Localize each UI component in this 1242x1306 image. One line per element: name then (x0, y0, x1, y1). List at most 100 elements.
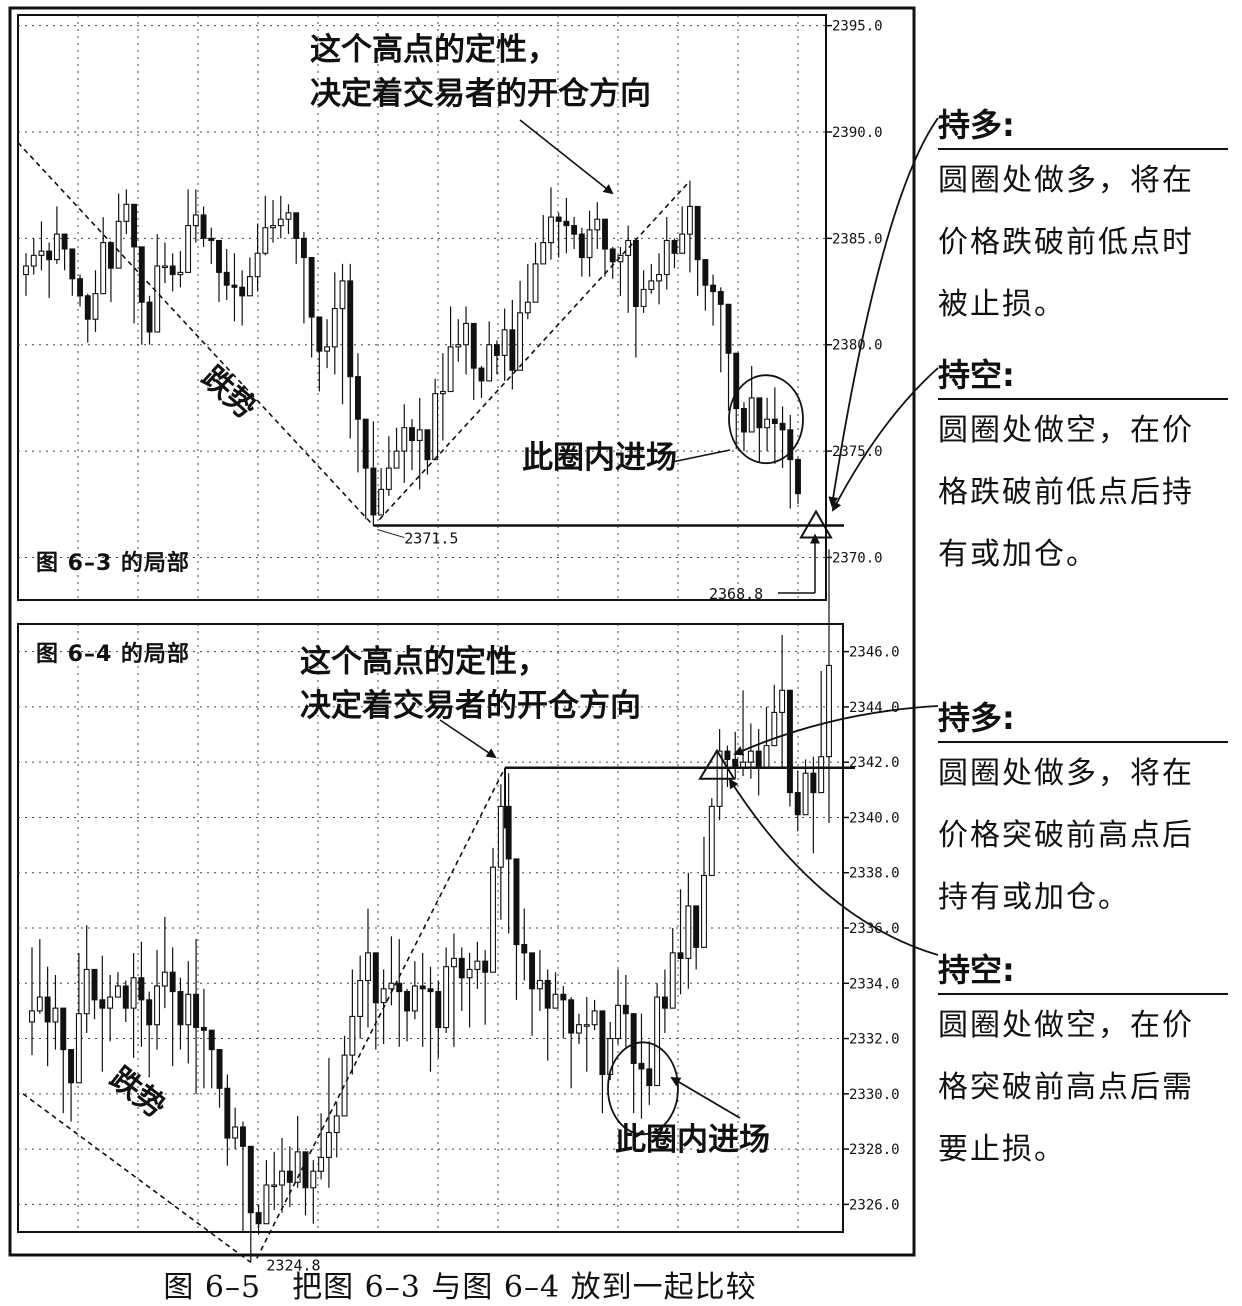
candle-up (455, 344, 462, 348)
candle-down (286, 1170, 293, 1183)
candle-up (177, 271, 184, 276)
candle-up (324, 346, 331, 352)
y-tick-label: 2342.0 (849, 755, 900, 771)
candle-up (656, 273, 662, 282)
candle-up (365, 952, 371, 982)
candle-up (615, 1004, 622, 1040)
candle-up (818, 756, 825, 794)
candle-up (802, 772, 809, 816)
candle-down (771, 418, 778, 424)
figure-caption: 图 6–5 把图 6–3 与图 6–4 放到一起比较 (163, 1270, 757, 1305)
candle-up (575, 1024, 582, 1034)
panel-label-bottom: 图 6–4 的局部 (36, 642, 190, 667)
candle-down (756, 397, 763, 429)
sidebar-text: 持有或加仓。 (938, 880, 1130, 915)
candle-up (388, 982, 395, 990)
annotation-high-top: 这个高点的定性， 决定着交易者的开仓方向 (310, 28, 651, 116)
candle-down (795, 459, 801, 495)
candle-down (122, 985, 129, 1009)
sidebar-block-2: 持空: 圆圈处做空，在价 格跌破前低点后持 有或加仓。 (938, 350, 1228, 586)
candle-up (53, 233, 60, 261)
candle-down (216, 1049, 223, 1089)
candle-up (277, 218, 284, 227)
candle-up (708, 805, 715, 877)
candle-up (779, 689, 786, 713)
candle-down (677, 952, 684, 959)
candle-up (246, 276, 253, 297)
uptrend-line (256, 767, 506, 1259)
candle-down (247, 1145, 254, 1214)
trend-label: 跌势 (195, 360, 263, 426)
candle-down (396, 982, 403, 993)
candle-down (200, 1026, 207, 1031)
candle-up (107, 996, 114, 1009)
y-tick-label: 2328.0 (849, 1142, 900, 1158)
sidebar-text: 圆圈处做多，将在 (938, 756, 1194, 791)
y-tick-label: 2332.0 (849, 1032, 900, 1048)
candle-up (83, 968, 90, 1015)
sidebar-text: 被止损。 (938, 287, 1066, 322)
candle-up (339, 280, 346, 310)
outer-frame (8, 6, 916, 1257)
candle-down (555, 216, 562, 222)
candle-down (529, 952, 536, 990)
candle-up (36, 996, 43, 1012)
candle-up (517, 312, 524, 371)
sidebar-text: 有或加仓。 (938, 537, 1098, 572)
candle-down (599, 1010, 606, 1076)
candle-down (239, 286, 246, 297)
y-tick-label: 2380.0 (832, 338, 883, 354)
candle-up (686, 205, 693, 235)
candle-down (302, 1151, 309, 1189)
candle-up (357, 979, 364, 1017)
candle-up (771, 711, 778, 747)
candle-down (169, 971, 176, 993)
candle-up (393, 450, 400, 469)
candle-up (648, 280, 655, 290)
sidebar-text: 格跌破前低点后持 (938, 475, 1194, 510)
y-tick-label: 2326.0 (849, 1197, 900, 1213)
candle-down (717, 290, 724, 305)
candle-up (263, 1184, 270, 1225)
candle-down (733, 352, 740, 410)
candle-down (146, 999, 153, 1026)
candle-up (232, 1126, 239, 1139)
candle-down (741, 407, 747, 433)
y-tick-label: 2346.0 (849, 645, 900, 661)
candle-up (763, 745, 770, 769)
candle-up (162, 265, 168, 269)
candle-down (622, 1004, 629, 1015)
candle-down (107, 242, 114, 269)
candle-down (69, 248, 76, 280)
candle-down (578, 233, 585, 259)
candle-up (466, 968, 473, 979)
candle-up (669, 952, 676, 1009)
candle-down (810, 772, 817, 794)
candle-up (154, 265, 161, 333)
sidebar-block-3: 持多: 圆圈处做多，将在 价格突破前高点后 持有或加仓。 (938, 693, 1228, 929)
candle-down (509, 329, 516, 371)
candle-down (372, 952, 379, 1004)
candle-down (513, 858, 520, 946)
sidebar-text: 格突破前高点后需 (938, 1070, 1194, 1105)
candle-down (702, 259, 709, 286)
candle-down (638, 1062, 645, 1070)
candle-down (435, 991, 442, 1029)
candle-up (536, 979, 543, 990)
annotation-high-top-line1: 这个高点的定性， (310, 32, 558, 68)
candle-down (779, 422, 786, 431)
y-tick-label: 2340.0 (849, 810, 900, 826)
candle-up (524, 301, 531, 314)
y-tick-label: 2370.0 (832, 550, 883, 566)
candle-up (501, 329, 508, 356)
sidebar-text: 价格突破前高点后 (938, 818, 1194, 853)
candle-down (563, 220, 570, 227)
candle-down (602, 218, 608, 250)
sidebar-block-1: 持多: 圆圈处做多，将在 价格跌破前低点时 被止损。 (938, 100, 1228, 336)
candle-down (308, 256, 315, 318)
candle-down (224, 1087, 231, 1139)
candle-up (432, 393, 439, 461)
sidebar-text: 圆圈处做多，将在 (938, 163, 1194, 198)
candle-up (548, 216, 554, 244)
y-tick-label: 2336.0 (849, 921, 900, 937)
